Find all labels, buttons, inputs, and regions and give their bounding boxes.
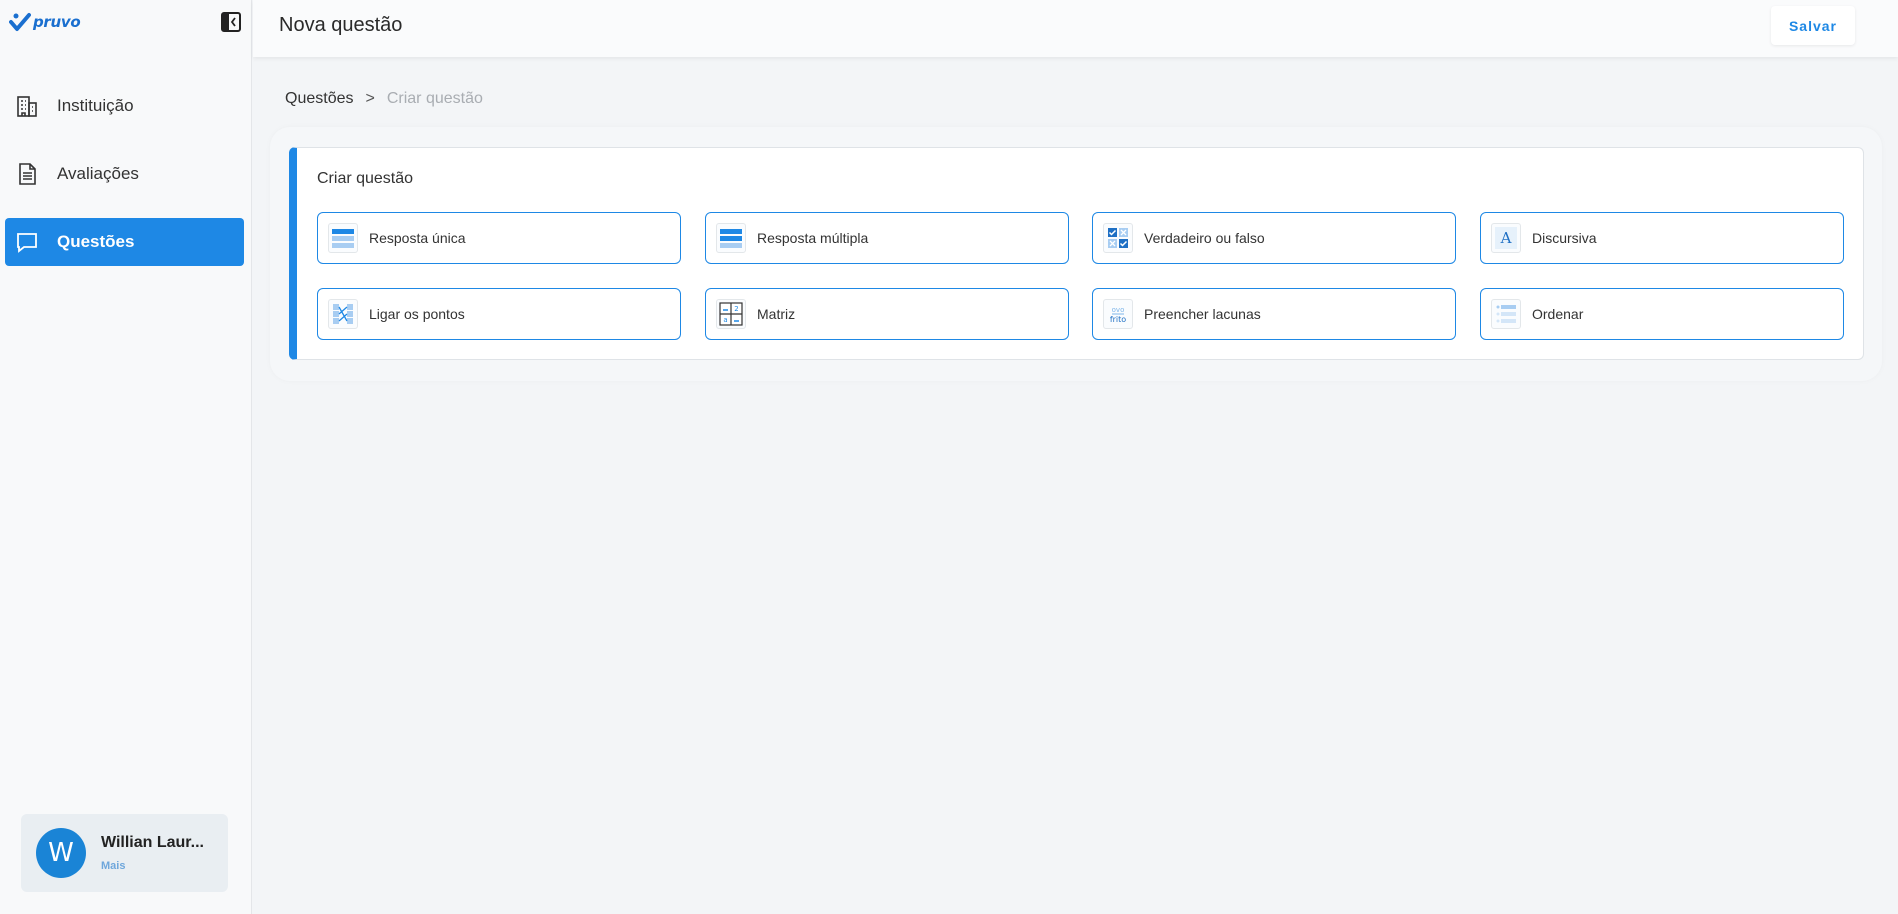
breadcrumb-item-current: Criar questão <box>386 90 483 107</box>
sidebar-item-label: Instituição <box>57 96 134 115</box>
connect-dots-icon <box>328 299 358 329</box>
option-discursiva[interactable]: A Discursiva <box>1480 212 1844 264</box>
document-icon <box>13 160 41 188</box>
multiple-answer-icon <box>716 223 746 253</box>
card-title: Criar questão <box>317 170 414 187</box>
sidebar-item-questoes[interactable]: Questões <box>5 218 244 266</box>
option-preencher-lacunas[interactable]: ovo frito Preencher lacunas <box>1092 288 1456 340</box>
option-label: Resposta múltipla <box>757 230 869 246</box>
essay-icon: A <box>1491 223 1521 253</box>
option-label: Preencher lacunas <box>1144 306 1261 322</box>
svg-text:2: 2 <box>734 305 738 313</box>
save-button[interactable]: Salvar <box>1771 6 1855 45</box>
single-answer-icon <box>328 223 358 253</box>
breadcrumb-separator: > <box>365 90 375 107</box>
svg-text:ovo: ovo <box>1112 306 1125 314</box>
option-resposta-multipla[interactable]: Resposta múltipla <box>705 212 1069 264</box>
sidebar-item-label: Avaliações <box>57 164 139 183</box>
svg-text:frito: frito <box>1110 315 1126 324</box>
top-bar: Nova questão Salvar <box>253 0 1898 57</box>
page-title: Nova questão <box>279 14 403 36</box>
option-ligar-os-pontos[interactable]: Ligar os pontos <box>317 288 681 340</box>
fill-blanks-icon: ovo frito <box>1103 299 1133 329</box>
option-label: Ligar os pontos <box>369 306 465 322</box>
logo[interactable]: pruvo <box>9 10 81 34</box>
user-more-link[interactable]: Mais <box>101 860 213 872</box>
sidebar-item-instituicao[interactable]: Instituição <box>5 82 244 130</box>
avatar: W <box>36 828 86 878</box>
user-name: Willian Laur... <box>101 834 204 851</box>
option-label: Matriz <box>757 306 796 322</box>
chat-icon <box>13 228 41 256</box>
true-false-icon <box>1103 223 1133 253</box>
option-matriz[interactable]: 2 a Matriz <box>705 288 1069 340</box>
order-icon <box>1491 299 1521 329</box>
svg-text:A: A <box>1500 229 1512 247</box>
option-verdadeiro-ou-falso[interactable]: Verdadeiro ou falso <box>1092 212 1456 264</box>
matrix-icon: 2 a <box>716 299 746 329</box>
svg-text:a: a <box>723 316 727 324</box>
building-icon <box>13 92 41 120</box>
sidebar-item-label: Questões <box>57 232 135 251</box>
breadcrumb-item-questoes[interactable]: Questões <box>285 90 353 108</box>
user-card[interactable]: W Willian Laur... Mais <box>21 814 228 892</box>
option-label: Discursiva <box>1532 230 1597 246</box>
logo-text: pruvo <box>33 13 81 31</box>
option-ordenar[interactable]: Ordenar <box>1480 288 1844 340</box>
breadcrumb: Questões > Criar questão <box>285 90 483 108</box>
sidebar-item-avaliacoes[interactable]: Avaliações <box>5 150 244 198</box>
sidebar-nav: Instituição Avaliações Questões <box>5 82 244 286</box>
pruvo-logo-icon <box>9 13 31 31</box>
collapse-sidebar-icon[interactable] <box>221 12 241 32</box>
option-label: Ordenar <box>1532 306 1584 322</box>
sidebar: pruvo Instituição Avaliações Questões W … <box>0 0 252 914</box>
option-resposta-unica[interactable]: Resposta única <box>317 212 681 264</box>
user-info: Willian Laur... Mais <box>101 834 213 872</box>
option-label: Verdadeiro ou falso <box>1144 230 1265 246</box>
option-label: Resposta única <box>369 230 466 246</box>
